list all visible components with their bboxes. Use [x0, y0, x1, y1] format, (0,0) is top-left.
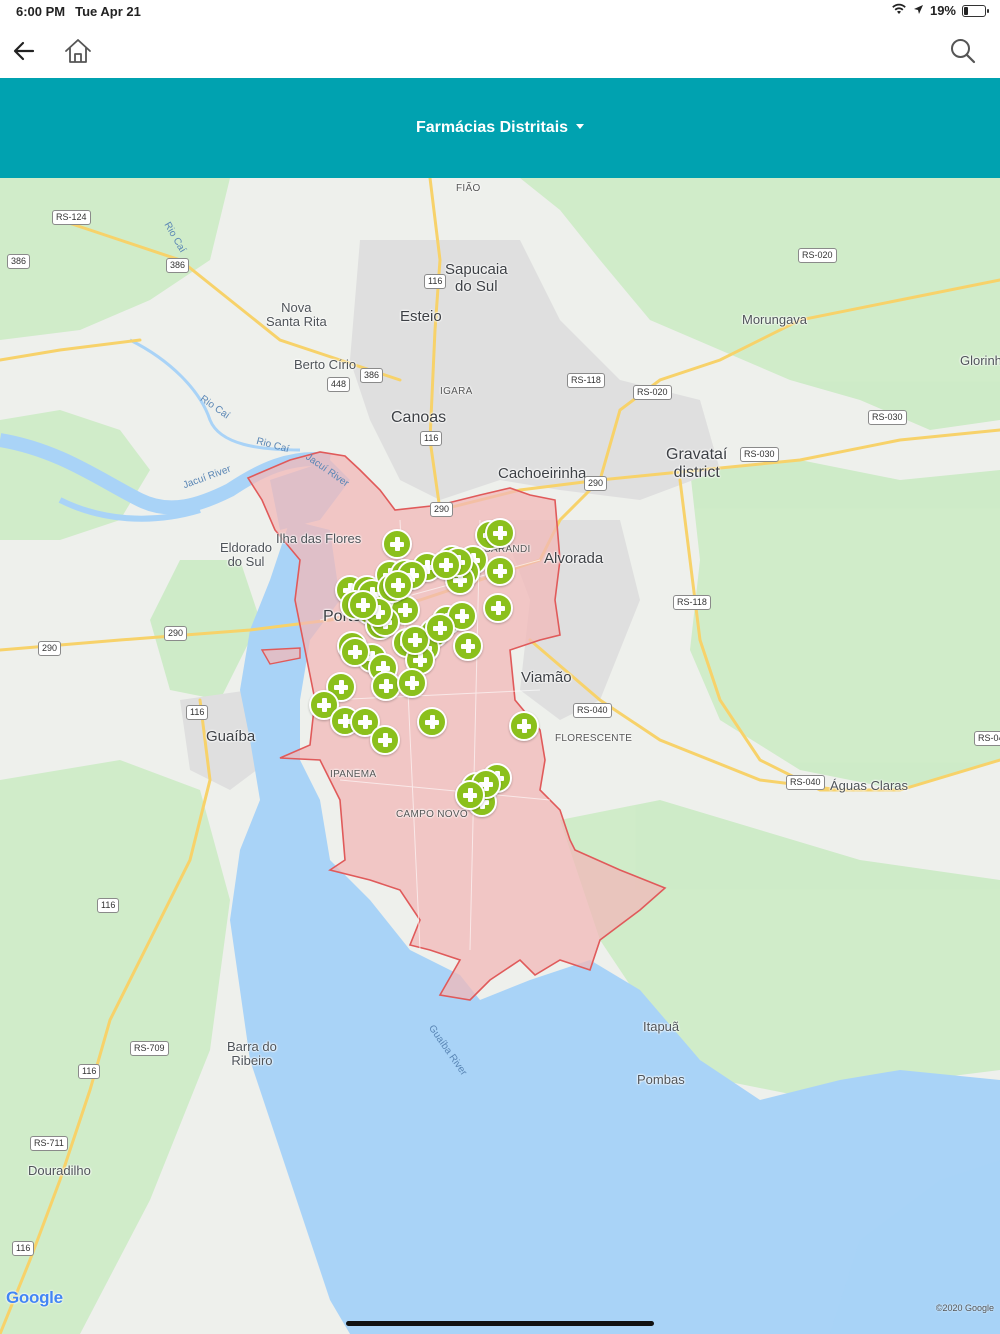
road-shield: 116 [186, 705, 209, 720]
home-button[interactable] [61, 34, 95, 68]
status-bar: 6:00 PM Tue Apr 21 19% [0, 0, 1000, 24]
map-label-eldorado: Eldorado do Sul [220, 540, 273, 570]
district-dropdown[interactable]: Farmácias Distritais [415, 119, 585, 137]
map-label-berto-cirio: Berto Círio [294, 357, 357, 372]
map-label-alvorada: Alvorada [544, 550, 604, 567]
battery-percent: 19% [929, 3, 956, 18]
location-icon [913, 3, 924, 18]
map-label-morungava: Morungava [742, 312, 808, 327]
google-logo-text: Google [6, 1288, 63, 1307]
pharmacy-marker[interactable] [340, 637, 370, 667]
map-label-esteio: Esteio [400, 308, 442, 325]
status-time: 6:00 PM [16, 4, 66, 19]
map-canvas [0, 178, 1000, 1334]
road-shield: RS-020 [798, 248, 837, 263]
map-label-sapucaia: Sapucaia do Sul [445, 261, 508, 295]
nav-bar [0, 24, 1000, 78]
road-shield: RS-118 [567, 373, 605, 388]
road-shield: 386 [166, 258, 190, 273]
pharmacy-marker[interactable] [453, 631, 483, 661]
road-shield: RS-118 [673, 595, 711, 610]
road-shield: 386 [7, 254, 31, 269]
map-view[interactable]: FIÃO Sapucaia do Sul Esteio Nova Santa R… [0, 178, 1000, 1334]
road-shield: RS-040 [786, 775, 825, 790]
road-shield: 290 [584, 476, 608, 491]
pharmacy-marker[interactable] [397, 668, 427, 698]
road-shield: RS-030 [740, 447, 779, 462]
home-icon [65, 39, 91, 63]
battery-level [964, 6, 968, 15]
map-label-fiao: FIÃO [456, 183, 481, 194]
road-shield: 448 [327, 377, 351, 392]
pharmacy-marker[interactable] [485, 556, 515, 586]
map-label-itapua: Itapuã [643, 1019, 680, 1034]
road-shield: 290 [430, 502, 454, 517]
google-logo: Google [6, 1288, 63, 1308]
map-label-pombas: Pombas [637, 1072, 685, 1087]
road-shield: RS-709 [130, 1041, 169, 1056]
back-button[interactable] [7, 34, 41, 68]
map-label-guaiba: Guaíba [206, 728, 256, 745]
road-shield: RS-040 [573, 703, 612, 718]
road-shield: RS-020 [633, 385, 672, 400]
road-shield: RS-711 [30, 1136, 68, 1151]
map-label-gravatai: Gravataí district [666, 446, 728, 481]
pharmacy-marker[interactable] [425, 613, 455, 643]
road-shield: RS-124 [52, 210, 91, 225]
road-shield: 116 [12, 1241, 35, 1256]
map-label-barra-ribeiro: Barra do Ribeiro [227, 1039, 277, 1069]
pharmacy-marker[interactable] [383, 570, 413, 600]
road-shield: 386 [360, 368, 384, 383]
road-shield: 116 [78, 1064, 101, 1079]
search-button[interactable] [946, 34, 980, 68]
pharmacy-marker[interactable] [370, 725, 400, 755]
battery-icon [962, 4, 989, 17]
map-label-canoas: Canoas [391, 409, 447, 426]
map-label-igara: IGARA [440, 386, 473, 397]
map-label-ipanema: IPANEMA [330, 769, 377, 780]
map-label-viamao: Viamão [521, 669, 572, 686]
map-label-douradilho: Douradilho [28, 1163, 91, 1178]
pharmacy-marker[interactable] [485, 518, 515, 548]
pharmacy-marker[interactable] [509, 711, 539, 741]
road-shield: RS-04 [974, 731, 1000, 746]
pharmacy-marker[interactable] [455, 780, 485, 810]
road-shield: RS-030 [868, 410, 907, 425]
map-label-glorinha: Glorinha [960, 353, 1000, 368]
pharmacy-marker[interactable] [417, 707, 447, 737]
search-icon [951, 39, 976, 64]
pharmacy-marker[interactable] [382, 529, 412, 559]
road-shield: 116 [424, 274, 447, 289]
map-label-cachoeirinha: Cachoeirinha [498, 465, 587, 482]
map-copyright: ©2020 Google [935, 1303, 994, 1313]
pharmacy-marker[interactable] [431, 550, 461, 580]
pharmacy-marker[interactable] [483, 593, 513, 623]
road-shield: 116 [420, 431, 443, 446]
district-dropdown-label: Farmácias Distritais [415, 119, 569, 136]
map-label-nova-santa-rita: Nova Santa Rita [266, 300, 327, 330]
road-shield: 290 [38, 641, 62, 656]
arrow-left-icon [13, 41, 35, 61]
road-shield: 116 [97, 898, 120, 913]
status-date: Tue Apr 21 [75, 4, 141, 19]
home-indicator [346, 1321, 654, 1326]
map-label-ilha-flores: Ilha das Flores [276, 531, 362, 546]
caret-down-icon [576, 123, 585, 129]
map-label-campo-novo: CAMPO NOVO [396, 809, 468, 820]
wifi-icon [891, 3, 907, 18]
road-shield: 290 [164, 626, 188, 641]
map-label-aguas-claras: Águas Claras [830, 778, 909, 793]
map-label-florescente: FLORESCENTE [555, 733, 633, 744]
district-selector-band: Farmácias Distritais [0, 78, 1000, 178]
pharmacy-marker[interactable] [348, 590, 378, 620]
